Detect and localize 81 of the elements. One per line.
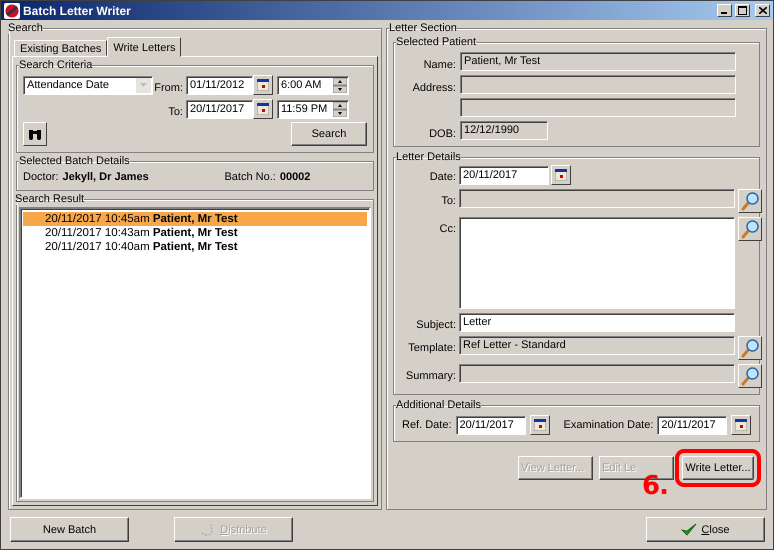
calendar-icon	[257, 103, 269, 115]
spinner-icon	[333, 78, 347, 92]
date-field[interactable]: 01/11/2012	[186, 76, 253, 94]
group-title: Search	[8, 22, 43, 34]
result-row[interactable]: 20/11/2017 10:40am Patient, Mr Test	[23, 240, 367, 254]
calendar-icon	[257, 79, 269, 91]
field-label: Doctor:	[23, 171, 58, 183]
close-window-button[interactable]	[755, 4, 770, 17]
time-field[interactable]: 6:00 AM	[277, 76, 349, 94]
group-title: Letter Section	[389, 22, 457, 34]
field-label: To:	[167, 105, 183, 118]
calendar-button[interactable]	[253, 75, 273, 95]
calendar-button[interactable]	[530, 415, 550, 435]
field-label: Cc:	[438, 222, 456, 235]
field-label: Summary:	[404, 369, 456, 382]
field-label: Subject:	[415, 318, 456, 331]
field-label: From:	[153, 81, 183, 94]
field-label: Name:	[422, 59, 456, 71]
calendar-button[interactable]	[731, 415, 752, 435]
new-batch-button[interactable]: New Batch	[10, 517, 129, 542]
find-button[interactable]	[23, 122, 47, 146]
result-row[interactable]: 20/11/2017 10:45am Patient, Mr Test	[23, 212, 367, 226]
result-row[interactable]: 20/11/2017 10:43am Patient, Mr Test	[23, 226, 367, 240]
dob-field[interactable]: 12/12/1990	[460, 121, 548, 140]
date-field[interactable]: 20/11/2017	[459, 166, 549, 184]
calendar-icon	[534, 419, 546, 431]
date-field[interactable]: 20/11/2017	[456, 416, 526, 434]
binoculars-icon	[28, 128, 42, 140]
close-icon	[758, 7, 766, 14]
spinner-icon	[333, 102, 347, 116]
lookup-field[interactable]	[459, 189, 735, 208]
time-field[interactable]: 11:59 PM	[277, 100, 349, 118]
search-icon	[740, 338, 760, 358]
field-label: Examination Date:	[564, 419, 654, 431]
close-button[interactable]: Close	[646, 517, 765, 542]
text-field[interactable]: Letter	[459, 313, 735, 332]
search-button[interactable]: Search	[291, 122, 367, 146]
field-label: Date:	[428, 170, 456, 183]
date-field[interactable]: 20/11/2017	[657, 416, 728, 434]
lookup-field[interactable]: Ref Letter - Standard	[459, 336, 735, 355]
field-label: Template:	[407, 341, 456, 354]
lookup-button[interactable]	[738, 364, 762, 388]
maximize-button[interactable]	[735, 4, 750, 17]
group-title: Selected Batch Details	[19, 155, 130, 167]
lookup-button[interactable]	[738, 336, 762, 360]
calendar-icon	[555, 169, 567, 181]
lookup-field[interactable]	[459, 364, 735, 383]
window-title: Batch Letter Writer	[23, 4, 132, 18]
minimize-button[interactable]	[717, 4, 732, 17]
search-icon	[740, 191, 760, 211]
maximize-icon	[738, 6, 747, 15]
calendar-icon	[735, 419, 748, 431]
group-title: Search Result	[15, 193, 84, 205]
batch-number: 00002	[280, 171, 310, 183]
field-label: Address:	[412, 82, 456, 94]
field-label: To:	[440, 194, 456, 207]
tab[interactable]: Existing Batches	[14, 40, 108, 56]
cc-field[interactable]	[459, 217, 735, 309]
calendar-button[interactable]	[253, 99, 273, 119]
field-label: DOB:	[428, 128, 456, 140]
lookup-button[interactable]	[738, 189, 762, 213]
search-icon	[740, 219, 760, 239]
address-field[interactable]	[460, 75, 736, 94]
group-title: Additional Details	[396, 399, 481, 411]
date-field[interactable]: 20/11/2017	[186, 100, 253, 118]
field-label: Batch No.:	[224, 171, 276, 183]
checkmark-icon	[681, 522, 698, 536]
group-title: Search Criteria	[19, 59, 92, 71]
group-title: Letter Details	[396, 151, 461, 163]
date-type-dropdown[interactable]: Attendance Date	[23, 76, 153, 94]
doctor-name: Jekyll, Dr James	[62, 171, 150, 183]
app-logo-icon	[4, 2, 20, 18]
group-title: Selected Patient	[396, 36, 476, 48]
dropdown-arrow-icon	[140, 83, 147, 87]
search-icon	[740, 366, 760, 386]
lookup-button[interactable]	[738, 217, 762, 241]
address-field[interactable]	[460, 98, 736, 117]
field-label: Ref. Date:	[402, 419, 452, 431]
tab[interactable]: Write Letters	[107, 37, 182, 57]
name-field[interactable]: Patient, Mr Test	[460, 52, 736, 71]
calendar-button[interactable]	[551, 165, 571, 185]
